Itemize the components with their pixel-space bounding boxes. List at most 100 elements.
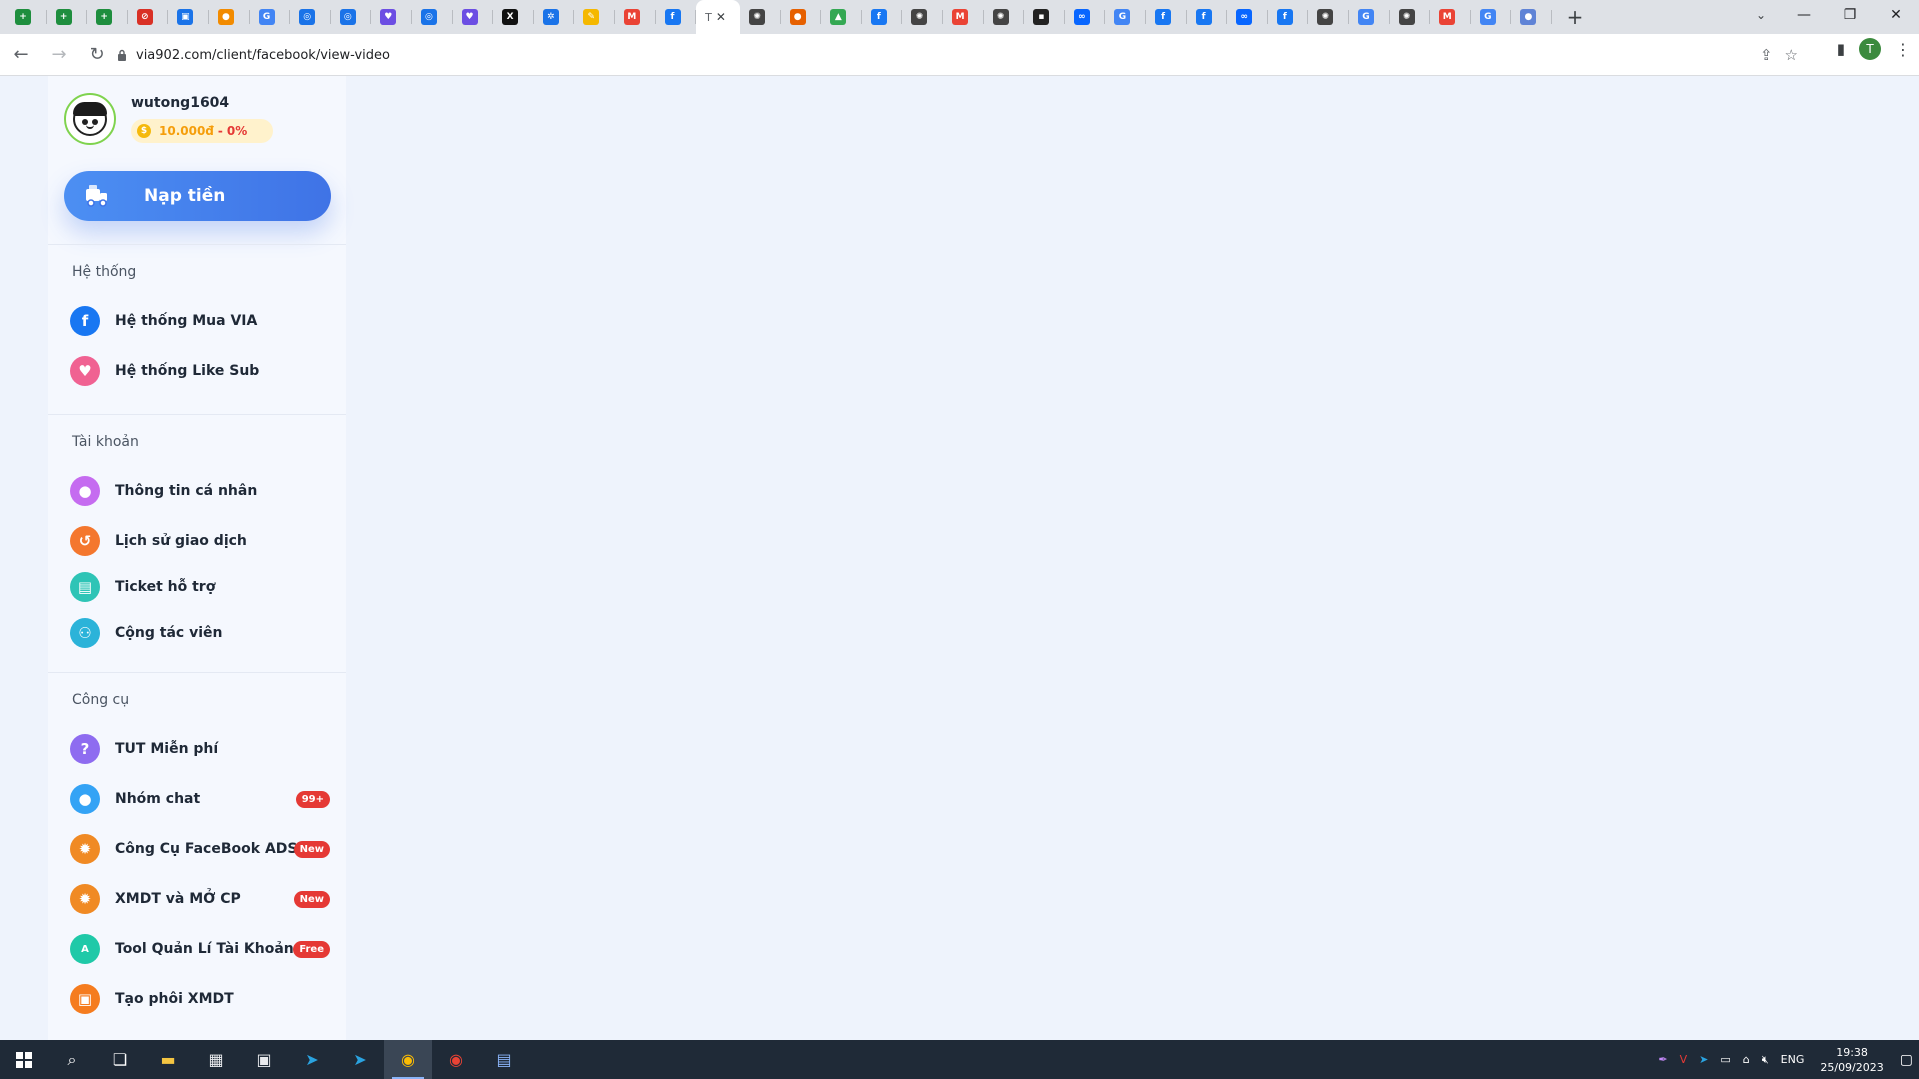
restore-button[interactable]: ❐	[1827, 0, 1873, 30]
clock[interactable]: 19:38 25/09/2023	[1820, 1045, 1883, 1075]
sidebar-item[interactable]: ✹ XMDT và MỞ CP New	[70, 879, 330, 919]
address-bar[interactable]: via902.com/client/facebook/view-video ⇪ …	[106, 39, 1806, 71]
notification-icon[interactable]: ▢	[1900, 1052, 1913, 1068]
browser-tab[interactable]: G	[250, 0, 291, 34]
network-icon[interactable]: ⌂	[1743, 1053, 1750, 1066]
sidebar-item[interactable]: ▣ Tạo phôi XMDT	[70, 979, 330, 1019]
lock-icon[interactable]	[114, 47, 130, 63]
browser-tab[interactable]: f	[1146, 0, 1187, 34]
browser-tab[interactable]: ✲	[534, 0, 575, 34]
browser-tab[interactable]: ▣	[168, 0, 209, 34]
task-view-icon[interactable]: ❏	[96, 1040, 144, 1079]
browser-tab[interactable]: +	[6, 0, 47, 34]
calculator-icon[interactable]: ▤	[480, 1040, 528, 1079]
browser-tab[interactable]: ●	[1511, 0, 1552, 34]
browser-tab[interactable]: ▲	[821, 0, 862, 34]
browser-tab[interactable]: f	[862, 0, 903, 34]
pen-tray-icon[interactable]: ✒	[1658, 1053, 1667, 1066]
windows-start-icon[interactable]	[0, 1040, 48, 1079]
browser-tab[interactable]: ✺	[1308, 0, 1349, 34]
browser-tab[interactable]: ✺	[1390, 0, 1431, 34]
browser-tab[interactable]: G	[1105, 0, 1146, 34]
browser-tab[interactable]: M	[615, 0, 656, 34]
browser-tab[interactable]: ◎	[331, 0, 372, 34]
browser-tab[interactable]: G	[1349, 0, 1390, 34]
balance-separator: -	[217, 124, 223, 138]
sidebar-item[interactable]: ● Nhóm chat 99+	[70, 779, 330, 819]
sidebar-item[interactable]: ✹ Công Cụ FaceBook ADS New	[70, 829, 330, 869]
language-indicator[interactable]: ENG	[1781, 1053, 1805, 1066]
close-window-button[interactable]: ✕	[1873, 0, 1919, 30]
back-button[interactable]: ←	[4, 38, 38, 72]
forward-button[interactable]: →	[42, 38, 76, 72]
firefox-icon: ●	[789, 9, 806, 25]
share-icon[interactable]: ⇪	[1760, 46, 1773, 64]
browser-tab[interactable]: +	[87, 0, 128, 34]
clock-date: 25/09/2023	[1820, 1060, 1884, 1074]
sidebar-item[interactable]: ● Thông tin cá nhân	[70, 471, 330, 511]
browser-tab[interactable]: X	[493, 0, 534, 34]
url-text[interactable]: via902.com/client/facebook/view-video	[136, 48, 390, 63]
sidebar-item[interactable]: f Hệ thống Mua VIA	[70, 301, 330, 341]
tab-search-chevron-icon[interactable]: ⌄	[1743, 0, 1779, 30]
minimize-button[interactable]: —	[1781, 0, 1827, 30]
browser-tab[interactable]: G	[1471, 0, 1512, 34]
people-app-icon[interactable]: ▦	[192, 1040, 240, 1079]
telegram-tray-icon[interactable]: ➤	[1699, 1053, 1708, 1066]
chrome-taskbar-icon[interactable]: ◉	[384, 1040, 432, 1079]
close-tab-icon[interactable]: ✕	[716, 10, 726, 24]
browser-tab[interactable]: ∞	[1065, 0, 1106, 34]
browser-tab[interactable]: ✎	[574, 0, 615, 34]
deposit-button[interactable]: Nạp tiền	[64, 171, 331, 221]
sidebar-item[interactable]: ♥ Hệ thống Like Sub	[70, 351, 330, 391]
browser-tab[interactable]: ◎	[290, 0, 331, 34]
browser-tab[interactable]: +	[47, 0, 88, 34]
bookmark-star-icon[interactable]: ☆	[1785, 46, 1798, 64]
volume-muted-icon[interactable]: 🔇︎	[1762, 1053, 1769, 1067]
page-content: wutong1604 $ 10.000đ - 0% Nạp tiền Hệ th…	[0, 76, 1919, 1040]
browser-tab[interactable]: ✺	[984, 0, 1025, 34]
chrome-taskbar-icon[interactable]: ◉	[432, 1040, 480, 1079]
browser-tab[interactable]: ●	[781, 0, 822, 34]
globe-icon: ◎	[299, 9, 316, 25]
facebook-icon: f	[870, 9, 887, 25]
store-icon[interactable]: ▣	[240, 1040, 288, 1079]
new-tab-button[interactable]: +	[1558, 0, 1592, 34]
browser-tab[interactable]: ∞	[1227, 0, 1268, 34]
section-title-account: Tài khoản	[72, 434, 139, 450]
side-panel-icon[interactable]: ▮	[1837, 40, 1845, 58]
sidebar-item[interactable]: ? TUT Miễn phí	[70, 729, 330, 769]
sidebar-item[interactable]: ⚇ Cộng tác viên	[70, 613, 330, 653]
file-explorer-icon[interactable]: ▬	[144, 1040, 192, 1079]
browser-tab[interactable]: ∞T✕	[696, 0, 741, 34]
browser-tab[interactable]: ♥	[371, 0, 412, 34]
browser-tab[interactable]: ●	[209, 0, 250, 34]
sidebar-item[interactable]: A Tool Quản Lí Tài Khoản Free	[70, 929, 330, 969]
browser-tab[interactable]: M	[1430, 0, 1471, 34]
balance-badge: $ 10.000đ - 0%	[131, 119, 273, 143]
chatgpt-icon: ✺	[1317, 9, 1334, 25]
browser-tab[interactable]: ✺	[902, 0, 943, 34]
browser-tab[interactable]: M	[943, 0, 984, 34]
browser-tab[interactable]: ▪	[1024, 0, 1065, 34]
menu-kebab-icon[interactable]: ⋮	[1895, 40, 1911, 59]
telegram-icon[interactable]: ➤	[288, 1040, 336, 1079]
browser-tab[interactable]: ♥	[453, 0, 494, 34]
image-icon: ▣	[177, 9, 194, 25]
avatar[interactable]	[64, 93, 116, 145]
antivirus-tray-icon[interactable]: V	[1680, 1053, 1688, 1066]
sidebar-item[interactable]: ▤ Ticket hỗ trợ	[70, 567, 330, 607]
profile-avatar[interactable]: T	[1859, 38, 1881, 60]
search-icon[interactable]: ⌕	[48, 1040, 96, 1079]
browser-tab[interactable]: f	[1187, 0, 1228, 34]
pen-icon: ✎	[583, 9, 600, 25]
browser-tab[interactable]: f	[656, 0, 697, 34]
browser-tab[interactable]: ✺	[740, 0, 781, 34]
browser-tab[interactable]: f	[1268, 0, 1309, 34]
sidebar-item-label: Cộng tác viên	[115, 625, 223, 641]
telegram-icon[interactable]: ➤	[336, 1040, 384, 1079]
browser-tab[interactable]: ⊘	[128, 0, 169, 34]
screen-tray-icon[interactable]: ▭	[1720, 1053, 1730, 1066]
browser-tab[interactable]: ◎	[412, 0, 453, 34]
sidebar-item[interactable]: ↺ Lịch sử giao dịch	[70, 521, 330, 561]
